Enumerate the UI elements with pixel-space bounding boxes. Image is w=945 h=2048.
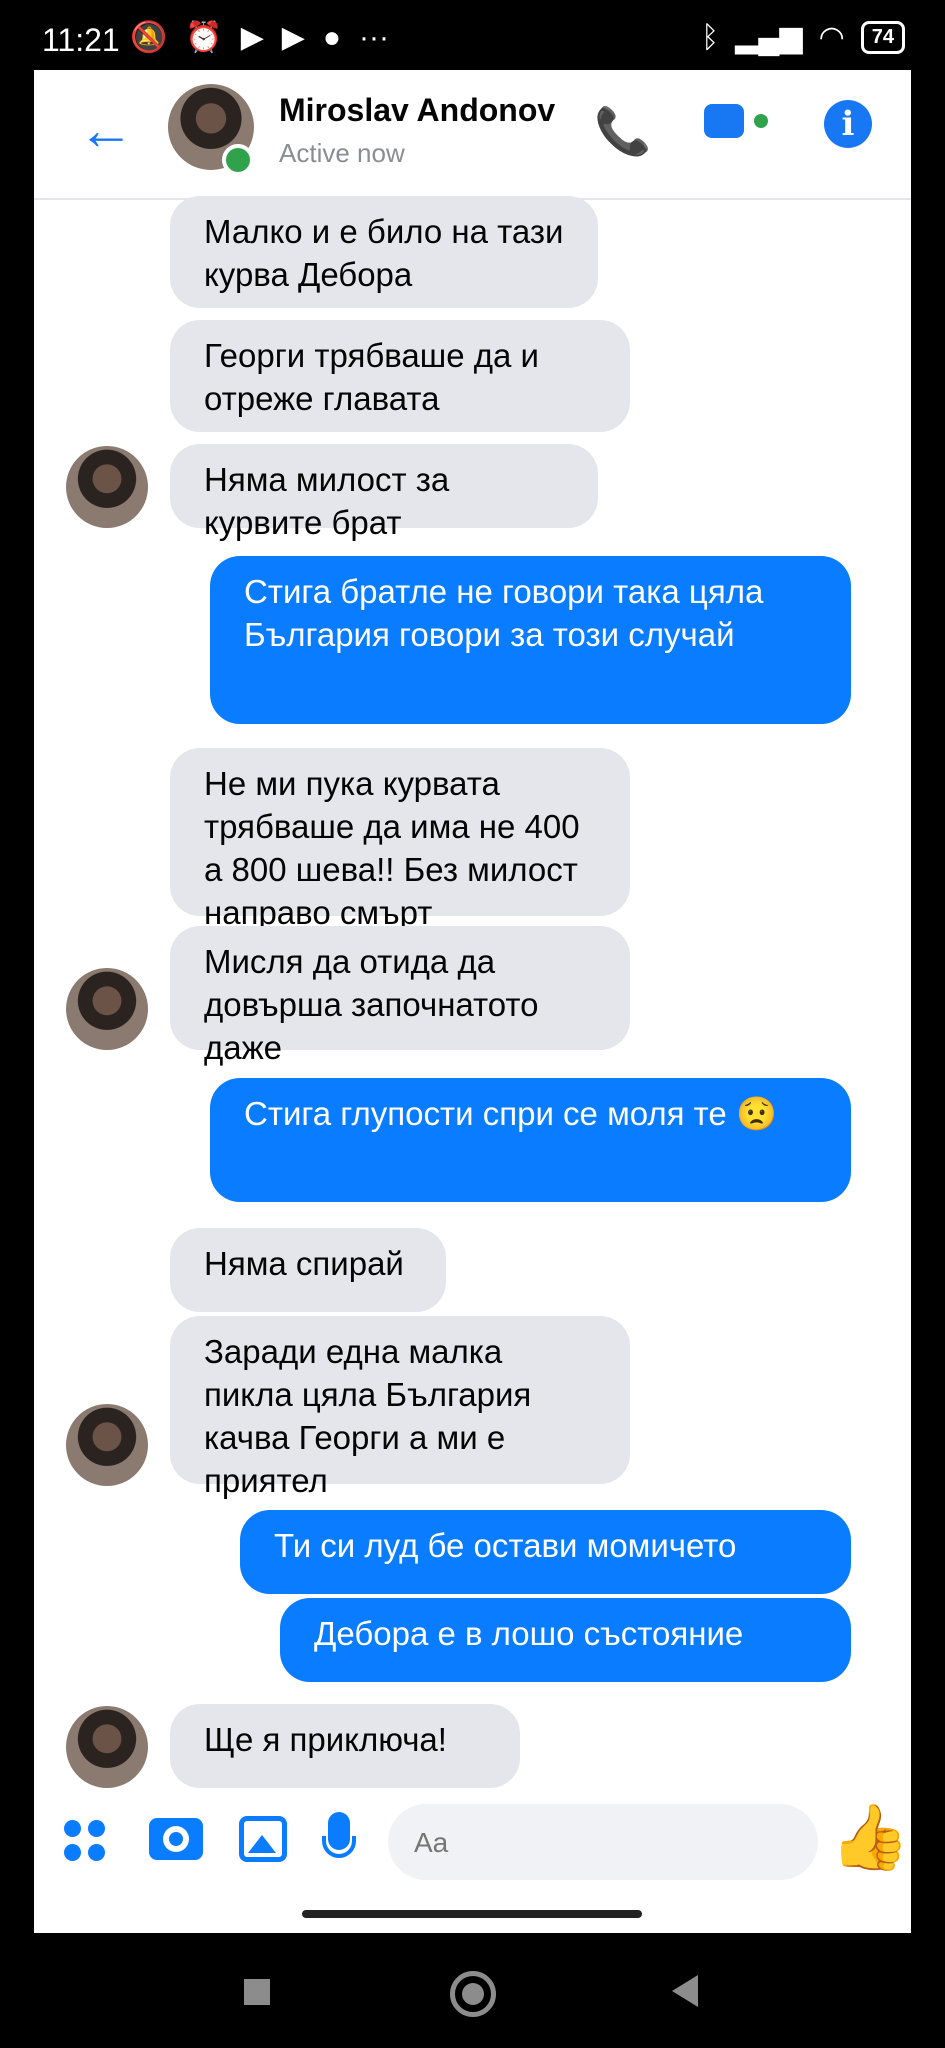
message-bubble[interactable]: Ще я приключа! (170, 1704, 520, 1788)
message-bubble[interactable]: Няма милост за курвите брат (170, 444, 598, 541)
message-text: Малко и е било на тази курва Дебора (204, 213, 564, 293)
signal-icon: ▂▄▆ (735, 21, 803, 54)
status-time: 11:21 (42, 22, 120, 58)
message-text: Мисля да отида да довърша започнатото да… (204, 943, 539, 1066)
message-text: Стига братле не говори така цяла Българи… (244, 573, 764, 653)
message-text: Не ми пука курвата трябваше да има не 40… (204, 765, 580, 931)
camera-icon[interactable] (149, 1818, 203, 1860)
status-bar: 11:21 🔕 ⏰ ▶ ▶ ● ··· ᛒ ▂▄▆ ◠ 74 (0, 0, 945, 70)
system-icons: ᛒ ▂▄▆ ◠ 74 (701, 20, 905, 55)
message-bubble[interactable]: Мисля да отида да довърша започнатото да… (170, 926, 630, 1066)
apps-grid-icon[interactable] (64, 1820, 108, 1864)
avatar[interactable] (66, 446, 148, 528)
avatar[interactable] (66, 1706, 148, 1788)
recents-icon[interactable] (244, 1979, 270, 2005)
wifi-icon: ◠ (818, 21, 845, 54)
battery-icon: 74 (860, 21, 905, 54)
avatar[interactable] (66, 1404, 148, 1486)
home-icon[interactable] (450, 1971, 496, 2017)
contact-name[interactable]: Miroslav Andonov (279, 92, 555, 129)
message-bubble[interactable]: Малко и е било на тази курва Дебора (170, 196, 598, 308)
message-bubble[interactable]: Няма спирай (170, 1228, 446, 1312)
composer: ☺ 👍 (34, 1790, 911, 1890)
thumbs-up-icon[interactable]: 👍 (830, 1800, 910, 1875)
message-bubble[interactable]: Не ми пука курвата трябваше да има не 40… (170, 748, 630, 931)
bluetooth-icon: ᛒ (701, 20, 720, 54)
microphone-icon[interactable] (322, 1812, 356, 1870)
notification-icons: 🔕 ⏰ ▶ ▶ ● ··· (130, 20, 389, 55)
alarm-icon: ⏰ (185, 21, 223, 54)
active-status: Active now (279, 138, 405, 168)
messenger-screen: ← Miroslav Andonov Active now 📞 i Малко … (34, 70, 911, 1933)
message-text: Ти си луд бе остави момичето (274, 1527, 737, 1564)
info-icon[interactable]: i (824, 100, 872, 148)
play-icon: ▶ (240, 21, 264, 54)
message-text: Няма спирай (204, 1245, 404, 1282)
android-nav-bar (0, 1933, 945, 2048)
message-text: Георги трябваше да и отреже главата (204, 337, 539, 417)
olx-icon: ● (322, 20, 341, 54)
home-indicator[interactable] (302, 1910, 642, 1918)
message-bubble[interactable]: Георги трябваше да и отреже главата (170, 320, 630, 432)
message-text: Няма милост за курвите брат (204, 461, 450, 541)
message-text: Дебора е в лошо състояние (314, 1615, 744, 1652)
message-bubble[interactable]: Стига братле не говори така цяла Българи… (210, 556, 851, 724)
phone-icon[interactable]: 📞 (594, 104, 651, 159)
message-bubble[interactable]: Дебора е в лошо състояние (280, 1598, 851, 1682)
message-bubble[interactable]: Ти си луд бе остави момичето (240, 1510, 851, 1594)
online-indicator (222, 144, 254, 176)
chat-header: ← Miroslav Andonov Active now 📞 i (34, 70, 911, 200)
message-text: Стига глупости спри се моля те 😟 (244, 1095, 778, 1132)
arrow-left-icon[interactable]: ← (78, 102, 134, 158)
avatar[interactable] (66, 968, 148, 1050)
mute-icon: 🔕 (130, 21, 168, 54)
message-bubble[interactable]: Стига глупости спри се моля те 😟 (210, 1078, 851, 1202)
message-input-container[interactable]: ☺ (388, 1804, 818, 1880)
back-icon[interactable] (672, 1975, 698, 2007)
message-input[interactable] (412, 1822, 716, 1864)
play-icon: ▶ (281, 21, 305, 54)
message-text: Заради една малка пикла цяла България ка… (204, 1333, 532, 1499)
message-text: Ще я приключа! (204, 1721, 447, 1758)
gallery-icon[interactable] (239, 1816, 287, 1862)
more-icon: ··· (359, 20, 389, 54)
message-bubble[interactable]: Заради една малка пикла цяла България ка… (170, 1316, 630, 1499)
